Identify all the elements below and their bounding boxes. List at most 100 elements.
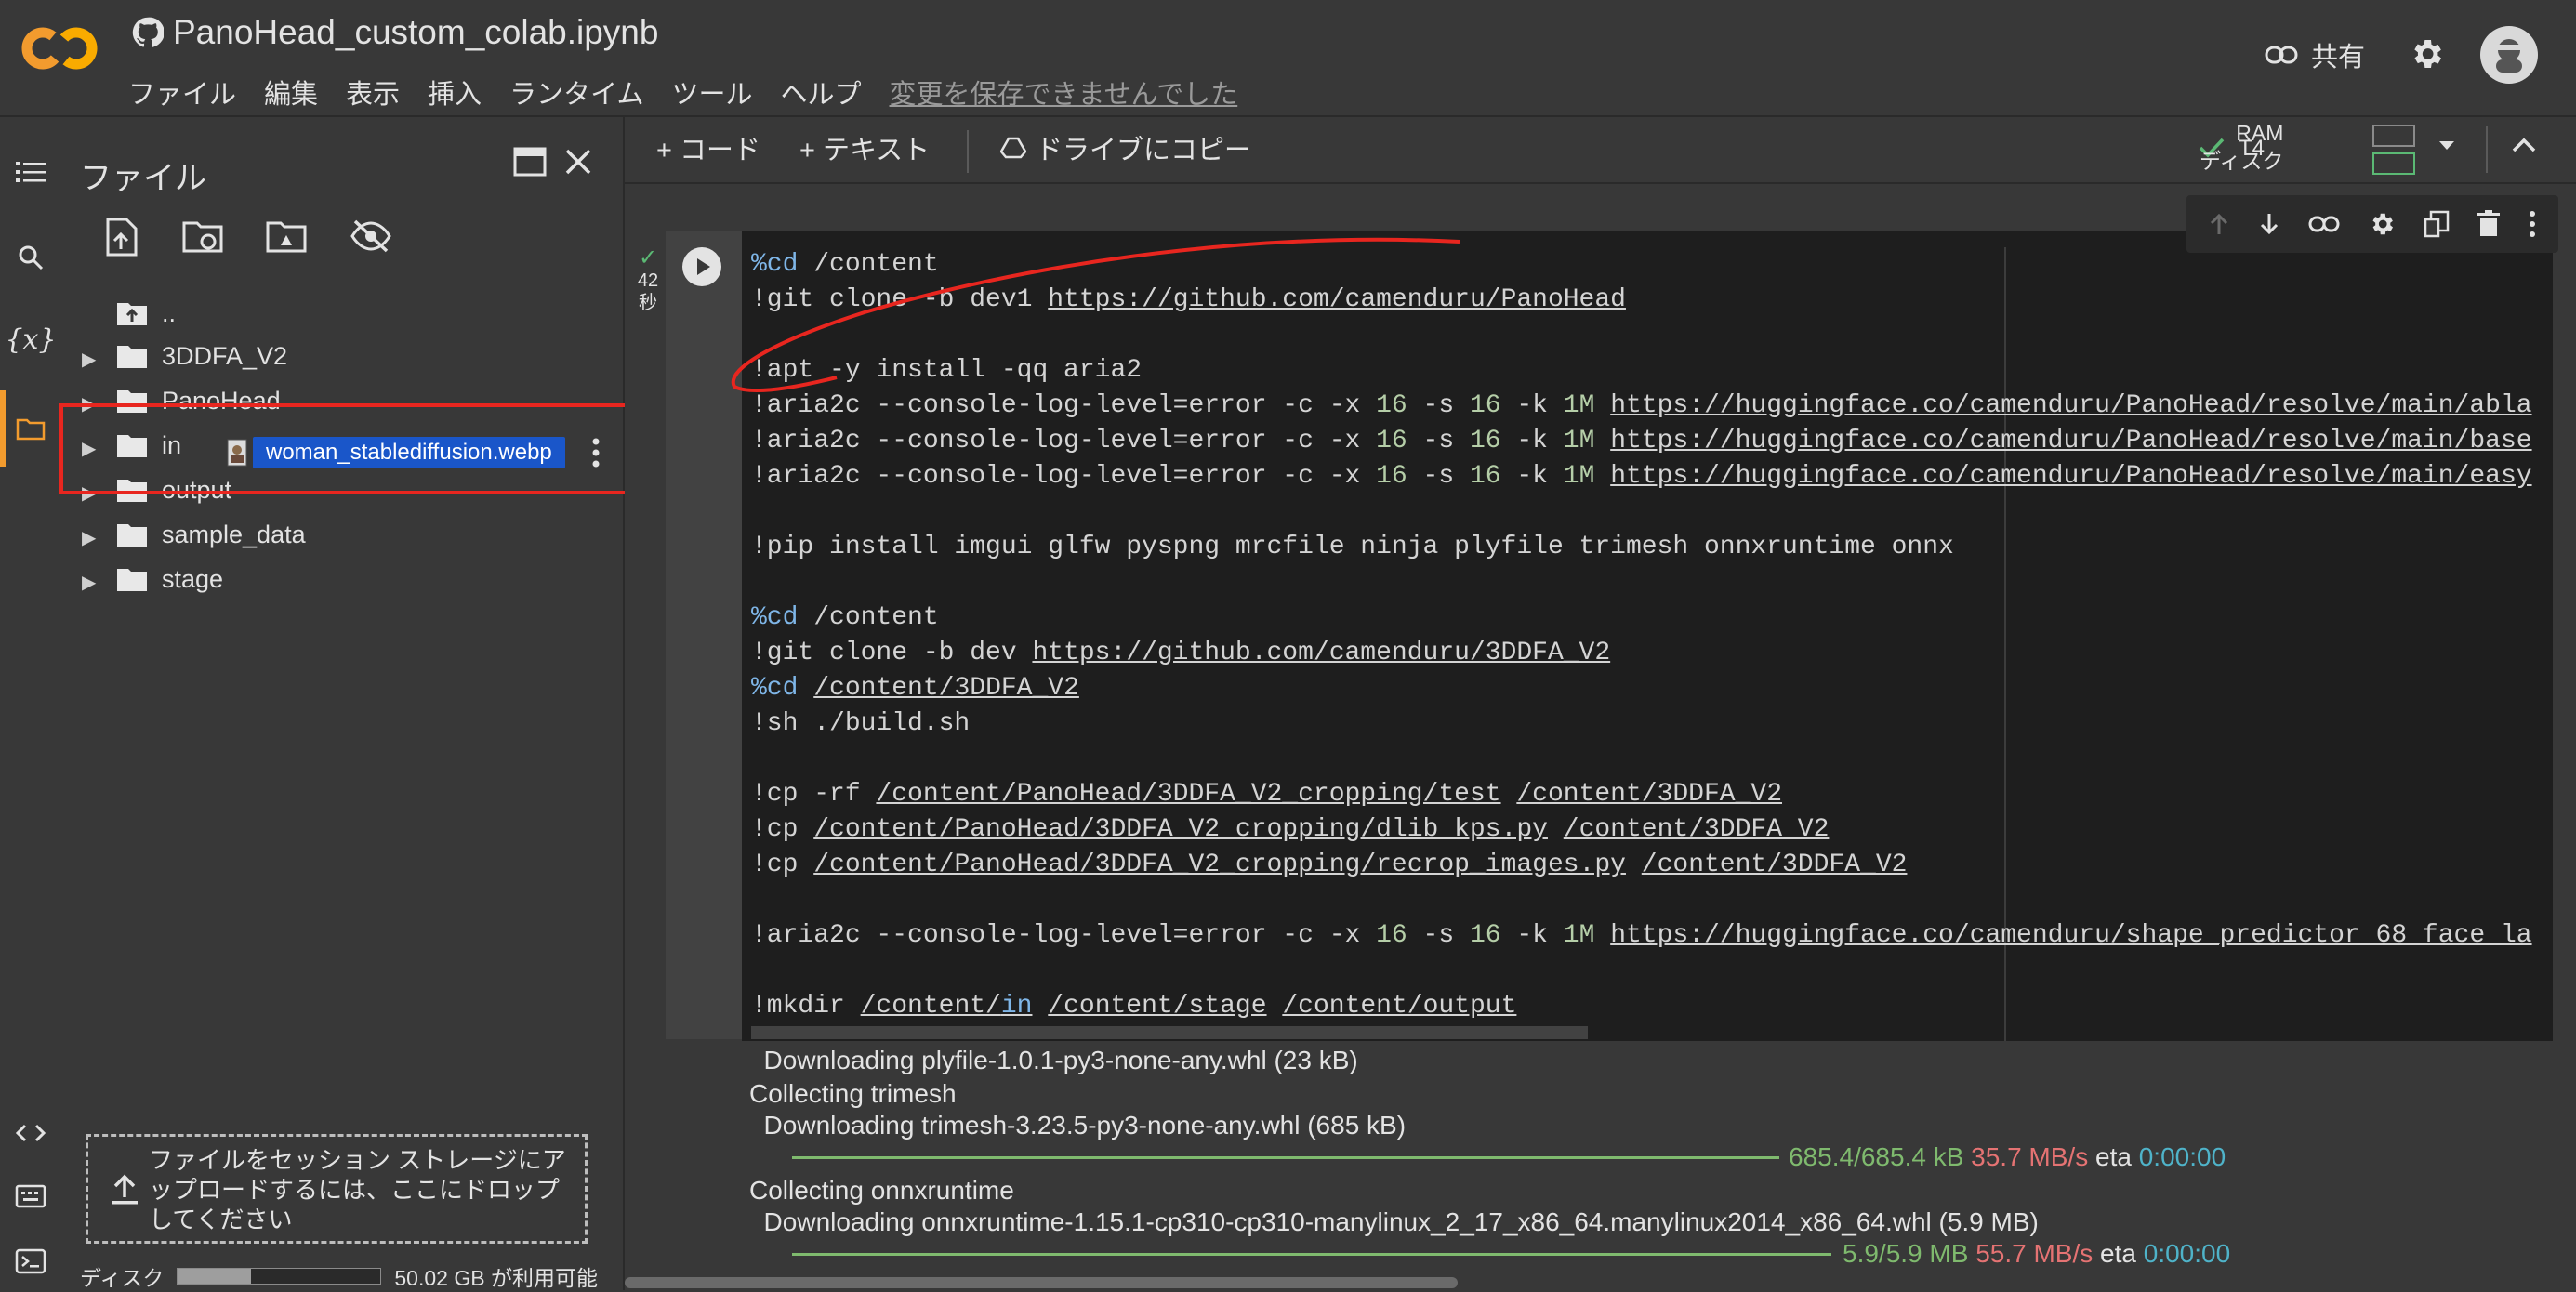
code-snippets-icon[interactable]	[13, 1115, 48, 1151]
resource-monitor[interactable]: RAM ディスク	[2200, 119, 2283, 175]
terminal-icon[interactable]	[13, 1244, 48, 1279]
unsaved-changes-link[interactable]: 変更を保存できませんでした	[890, 73, 1238, 112]
menu-tools[interactable]: ツール	[671, 73, 752, 112]
tree-folder-3ddfa[interactable]: ▶ 3DDFA_V2	[61, 336, 619, 379]
code-path[interactable]: /content/3DDFA_V2	[813, 674, 1079, 703]
disk-meter	[2372, 152, 2415, 175]
close-icon[interactable]	[563, 147, 593, 177]
mirror-cell-icon[interactable]	[2424, 210, 2450, 238]
upload-icon	[110, 1173, 139, 1206]
cell-link-icon[interactable]	[2308, 215, 2340, 233]
menu-bar: ファイル 編集 表示 挿入 ランタイム ツール ヘルプ 変更を保存できませんでし…	[128, 73, 1237, 112]
horizontal-scrollbar[interactable]	[625, 1277, 1458, 1288]
notebook-title-area: PanoHead_custom_colab.ipynb	[132, 13, 658, 52]
menu-help[interactable]: ヘルプ	[781, 73, 862, 112]
tree-item-label: stage	[162, 565, 224, 593]
code-line: !aria2c --console-log-level=error -c -x …	[751, 427, 2532, 455]
mount-drive-icon[interactable]	[266, 218, 307, 257]
tree-item-label: 3DDFA_V2	[162, 342, 288, 370]
copy-to-drive-button[interactable]: ドライブにコピー	[1000, 128, 1251, 167]
folder-icon[interactable]	[13, 411, 48, 446]
execution-time: 42	[637, 270, 659, 291]
code-line: !aria2c --console-log-level=error -c -x …	[751, 921, 2532, 950]
code-line: !pip install imgui glfw pyspng mrcfile n…	[751, 533, 1954, 561]
menu-runtime[interactable]: ランタイム	[509, 73, 643, 112]
disk-usage-bar	[177, 1268, 382, 1285]
variables-icon[interactable]: {x}	[5, 322, 56, 357]
share-button[interactable]: 共有	[2265, 35, 2365, 74]
download-progress-bar	[792, 1253, 1831, 1256]
resources-dropdown-icon[interactable]	[2437, 139, 2456, 152]
tree-folder-sample-data[interactable]: ▶ sample_data	[61, 515, 619, 558]
rail-active-indicator	[0, 390, 6, 467]
expand-arrow-icon[interactable]: ▶	[82, 571, 96, 594]
toolbar-divider	[967, 130, 969, 173]
code-line: !cp /content/PanoHead/3DDFA_V2_cropping/…	[751, 850, 1908, 879]
disk-resource-label: ディスク	[2200, 149, 2284, 173]
cell-more-icon[interactable]	[2528, 210, 2537, 238]
tree-folder-stage[interactable]: ▶ stage	[61, 560, 619, 602]
upload-file-icon[interactable]	[102, 218, 139, 257]
colab-logo[interactable]	[20, 20, 100, 76]
menu-file[interactable]: ファイル	[128, 73, 236, 112]
cell-settings-icon[interactable]	[2368, 210, 2396, 238]
left-rail	[0, 117, 61, 1290]
settings-gear-icon[interactable]	[2408, 35, 2445, 73]
add-code-cell-button[interactable]: + コード	[656, 128, 760, 167]
copy-to-drive-label: ドライブにコピー	[1036, 136, 1252, 165]
tree-parent-dir[interactable]: ..	[61, 294, 619, 336]
expand-arrow-icon[interactable]: ▶	[82, 348, 96, 371]
disk-label: ディスク	[80, 1266, 165, 1290]
code-line: !aria2c --console-log-level=error -c -x …	[751, 462, 2532, 491]
share-label: 共有	[2311, 43, 2366, 73]
ram-label: RAM	[2236, 121, 2284, 145]
code-url[interactable]: https://huggingface.co/camenduru/PanoHea…	[1610, 391, 2531, 420]
refresh-folder-icon[interactable]	[182, 218, 223, 257]
progress-stats: 685.4/685.4 kB 35.7 MB/s eta 0:00:00	[1789, 1142, 2226, 1171]
expand-arrow-icon[interactable]: ▶	[82, 526, 96, 549]
delete-cell-icon[interactable]	[2477, 210, 2500, 238]
code-line: !cp /content/PanoHead/3DDFA_V2_cropping/…	[751, 815, 1830, 844]
search-icon[interactable]	[13, 240, 48, 275]
code-line: !cp -rf /content/PanoHead/3DDFA_V2_cropp…	[751, 780, 1782, 809]
move-cell-up-icon[interactable]	[2208, 212, 2230, 236]
annotation-arrow-stroke	[716, 231, 1478, 398]
disk-available-text: 50.02 GB が利用可能	[394, 1266, 598, 1290]
hide-hidden-files-icon[interactable]	[350, 218, 392, 257]
code-url[interactable]: https://huggingface.co/camenduru/PanoHea…	[1610, 462, 2531, 491]
execution-time-unit: 秒	[639, 293, 657, 313]
toc-list-icon[interactable]	[13, 154, 48, 190]
cell-toolbar	[2186, 195, 2558, 253]
code-line: %cd /content/3DDFA_V2	[751, 674, 1079, 703]
output-line: Downloading onnxruntime-1.15.1-cp310-cp3…	[749, 1207, 2039, 1236]
notebook-title[interactable]: PanoHead_custom_colab.ipynb	[173, 13, 658, 52]
code-url[interactable]: https://github.com/camenduru/3DDFA_V2	[1032, 639, 1610, 667]
menu-view[interactable]: 表示	[346, 73, 400, 112]
folder-icon	[115, 521, 149, 548]
code-scrollbar[interactable]	[751, 1026, 1588, 1039]
execution-status: ✓ 42 秒	[625, 247, 671, 314]
folder-up-icon	[115, 299, 149, 327]
menu-insert[interactable]: 挿入	[428, 73, 482, 112]
github-icon	[132, 17, 164, 48]
code-line: !sh ./build.sh	[751, 709, 971, 738]
move-cell-down-icon[interactable]	[2258, 212, 2280, 236]
disk-usage-fill	[178, 1269, 251, 1284]
collapse-header-icon[interactable]	[2512, 136, 2536, 154]
add-text-cell-button[interactable]: + テキスト	[799, 128, 930, 167]
annotation-highlight-box	[59, 403, 654, 494]
drive-icon	[1000, 137, 1026, 159]
user-avatar[interactable]	[2480, 26, 2538, 84]
folder-icon	[115, 565, 149, 593]
code-url[interactable]: https://huggingface.co/camenduru/shape_p…	[1610, 921, 2531, 950]
output-line: Downloading trimesh-3.23.5-py3-none-any.…	[749, 1111, 1407, 1140]
folder-icon	[115, 342, 149, 370]
code-url[interactable]: https://huggingface.co/camenduru/PanoHea…	[1610, 427, 2531, 455]
open-in-tab-icon[interactable]	[513, 147, 547, 177]
code-line: !mkdir /content/in /content/stage /conte…	[751, 992, 1517, 1021]
command-palette-icon[interactable]	[13, 1179, 48, 1214]
toolbar-divider	[2486, 126, 2488, 173]
progress-stats: 5.9/5.9 MB 55.7 MB/s eta 0:00:00	[1843, 1239, 2231, 1268]
menu-edit[interactable]: 編集	[264, 73, 318, 112]
tree-item-label: ..	[162, 299, 177, 327]
